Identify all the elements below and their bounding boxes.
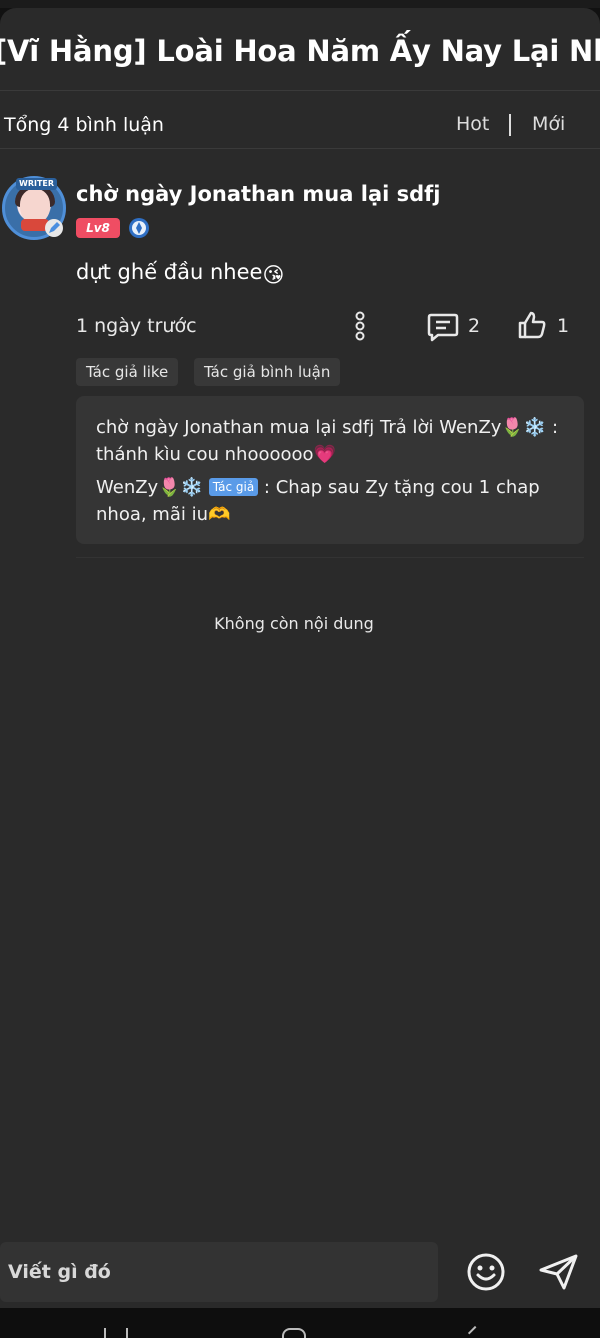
divider <box>76 557 584 558</box>
reply-item: chờ ngày Jonathan mua lại sdfj Trả lời W… <box>96 417 559 465</box>
pen-icon <box>45 219 63 237</box>
home-icon[interactable] <box>282 1328 306 1338</box>
divider <box>0 90 600 91</box>
comment-username[interactable]: chờ ngày Jonathan mua lại sdfj <box>76 182 441 206</box>
filter-row: Tổng 4 bình luận Hot Mới <box>0 100 600 148</box>
kiss-emoji: 😘 <box>262 263 285 287</box>
replies-box[interactable]: chờ ngày Jonathan mua lại sdfj Trả lời W… <box>76 396 584 544</box>
comment-time: 1 ngày trước <box>76 315 197 337</box>
author-liked-tag: Tác giả like <box>76 358 179 386</box>
sort-hot-tab[interactable]: Hot <box>456 113 489 135</box>
reply-author: WenZy🌷❄️ <box>96 477 204 498</box>
system-nav-bar <box>0 1308 600 1338</box>
comment-input-wrapper <box>0 1242 438 1302</box>
divider <box>0 148 600 149</box>
page-title: [Vĩ Hằng] Loài Hoa Năm Ấy Nay Lại Nhỏ Má… <box>0 34 600 68</box>
comments-sheet: [Vĩ Hằng] Loài Hoa Năm Ấy Nay Lại Nhỏ Má… <box>0 8 600 1308</box>
comment-body: dựt ghế đầu nhee <box>76 260 263 284</box>
recent-apps-icon[interactable] <box>104 1328 128 1338</box>
author-replied-tag: Tác giả bình luận <box>194 358 341 386</box>
sort-divider <box>509 114 511 136</box>
header: [Vĩ Hằng] Loài Hoa Năm Ấy Nay Lại Nhỏ Má… <box>0 26 600 86</box>
like-icon[interactable] <box>517 310 547 340</box>
author-badge: Tác giả <box>208 478 259 496</box>
end-of-list-message: Không còn nội dung <box>214 614 374 633</box>
like-count: 1 <box>557 315 570 337</box>
reply-icon[interactable] <box>427 312 459 342</box>
verified-icon <box>129 218 149 238</box>
more-vertical-icon[interactable] <box>352 311 368 341</box>
sort-new-tab[interactable]: Mới <box>532 113 565 135</box>
emoji-icon[interactable] <box>466 1252 506 1292</box>
comment-input[interactable] <box>8 1256 428 1288</box>
comment-text: dựt ghế đầu nhee😘 <box>76 260 284 287</box>
status-bar <box>0 0 600 8</box>
reply-item: WenZy🌷❄️ Tác giả : Chap sau Zy tặng cou … <box>96 474 566 528</box>
send-icon[interactable] <box>538 1252 580 1292</box>
composer-bar <box>0 1220 600 1308</box>
back-icon[interactable] <box>467 1325 483 1338</box>
comment-total: Tổng 4 bình luận <box>4 114 164 136</box>
level-badge: Lv8 <box>76 218 120 238</box>
writer-badge: WRITER <box>16 178 58 190</box>
reply-count: 2 <box>468 315 481 337</box>
